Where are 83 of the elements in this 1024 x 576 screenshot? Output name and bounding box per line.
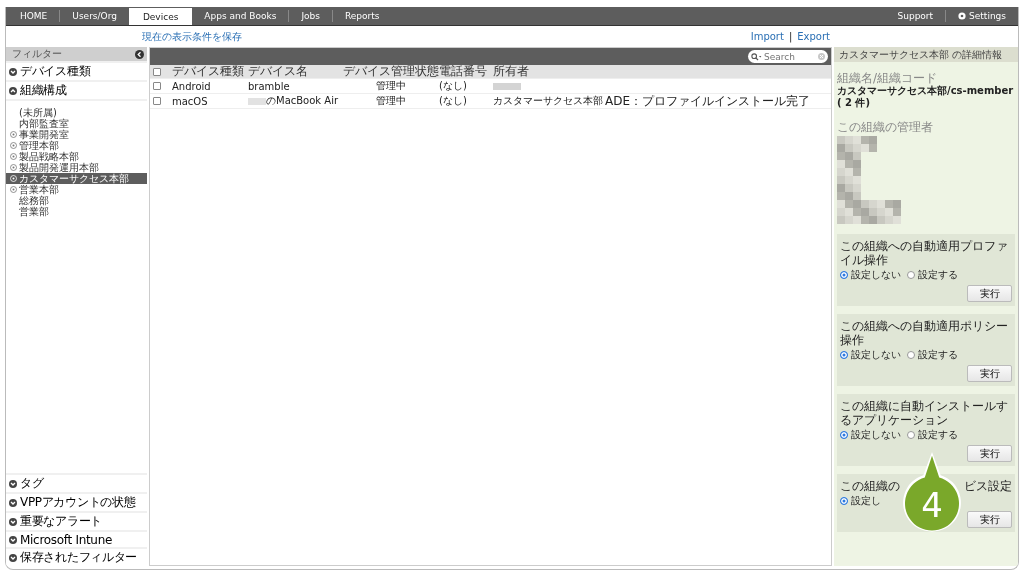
filter-section[interactable]: デバイス種類 xyxy=(6,63,147,80)
column-header[interactable]: デバイス管理状態 xyxy=(343,63,439,80)
radio-button[interactable] xyxy=(840,497,848,505)
radio-option[interactable]: 設定しない xyxy=(840,428,901,442)
table-cell-text: 管理中 xyxy=(375,79,407,93)
table-cell: ADE：プロファイルインストール完了 xyxy=(605,92,811,110)
filter-section[interactable]: Microsoft Intune xyxy=(6,532,147,547)
step-number: 4 xyxy=(920,488,944,522)
table-row[interactable]: Android bramble 管理中 (なし) xyxy=(150,79,831,94)
filter-section[interactable]: VPPアカウントの状態 xyxy=(6,494,147,511)
tree-item[interactable]: 管理本部 xyxy=(6,140,147,151)
table-cell-text: macOS xyxy=(172,95,209,107)
column-header[interactable]: 電話番号 xyxy=(439,63,493,80)
radio-option[interactable]: 設定し xyxy=(840,494,881,508)
table-row[interactable]: macOS のMacBook Air 管理中 (なし) カスタマーサクセス本部 ADE：プロファイルインストール完了 xyxy=(150,94,831,109)
radio-button[interactable] xyxy=(907,431,915,439)
save-view-link[interactable]: 現在の表示条件を保存 xyxy=(142,29,242,44)
run-button[interactable]: 実行 xyxy=(967,511,1012,528)
settings-icon xyxy=(958,12,967,20)
card-title: この組織への自動適用プロファイル操作 xyxy=(840,239,1009,267)
tree-item[interactable]: 営業部 xyxy=(6,206,147,217)
tree-item[interactable]: 製品開発運用本部 xyxy=(6,162,147,173)
table-cell-text: Android xyxy=(172,80,212,92)
radio-option[interactable]: 設定する xyxy=(907,428,958,442)
filter-section[interactable]: 保存されたフィルター xyxy=(6,549,147,566)
nav-tab[interactable]: Apps and Books xyxy=(192,7,289,25)
select-all-checkbox[interactable] xyxy=(153,67,161,76)
search-field[interactable]: Search xyxy=(748,50,828,63)
radio-button[interactable] xyxy=(840,271,848,279)
nav-tab[interactable]: HOME xyxy=(8,7,60,25)
radio-button[interactable] xyxy=(840,351,848,359)
tree-item[interactable]: カスタマーサクセス本部 xyxy=(6,173,147,184)
tree-item[interactable]: 製品戦略本部 xyxy=(6,151,147,162)
table-cell-text: (なし) xyxy=(439,94,468,108)
table-cell: カスタマーサクセス本部 xyxy=(493,94,603,108)
nav-tab[interactable]: Devices xyxy=(128,8,193,25)
search-icon xyxy=(751,52,762,61)
column-header[interactable]: デバイス種類 xyxy=(172,63,248,80)
row-checkbox[interactable] xyxy=(153,97,161,105)
card-title: ビス設定 xyxy=(964,479,1012,493)
tree-item[interactable]: 事業開発室 xyxy=(6,129,147,140)
run-button[interactable]: 実行 xyxy=(967,285,1012,302)
radio-option[interactable]: 設定しない xyxy=(840,268,901,282)
tree-item[interactable]: 総務部 xyxy=(6,195,147,206)
count-text: ( 2 件) xyxy=(837,97,872,109)
card-title: この組織に自動インストールするアプリケーション xyxy=(840,399,1009,427)
field-label: この組織の管理者 xyxy=(837,121,934,134)
tree-item[interactable]: 内部監査室 xyxy=(6,118,147,129)
tree-item[interactable]: 営業本部 xyxy=(6,184,147,195)
radio-option[interactable]: 設定しない xyxy=(840,348,901,362)
filter-section[interactable]: タグ xyxy=(6,475,147,492)
card-title: この組織の xyxy=(840,479,900,493)
support-link[interactable]: Support xyxy=(885,7,946,25)
radio-button[interactable] xyxy=(907,271,915,279)
table-cell: bramble xyxy=(248,80,290,92)
field-value: カスタマーサクセス本部/cs-member xyxy=(837,85,1015,97)
detail-title: カスタマーサクセス本部 の詳細情報 xyxy=(839,47,1003,62)
table-cell-text: 管理中 xyxy=(375,94,407,108)
import-link[interactable]: Import xyxy=(750,31,784,42)
column-header[interactable]: デバイス名 xyxy=(248,63,343,80)
radio-option[interactable]: 設定する xyxy=(907,268,958,282)
nav-tab[interactable]: Reports xyxy=(332,7,392,25)
nav-tab[interactable]: Jobs xyxy=(289,7,332,25)
settings-link[interactable]: Settings xyxy=(946,7,1018,25)
card-title: この組織への自動適用ポリシー操作 xyxy=(840,319,1009,347)
filter-title: フィルター xyxy=(12,47,62,61)
tree-item[interactable]: (未所属) xyxy=(6,107,147,118)
run-button[interactable]: 実行 xyxy=(967,445,1012,462)
field-label: 組織名/組織コード xyxy=(837,72,939,85)
radio-button[interactable] xyxy=(907,351,915,359)
filter-section[interactable]: 組織構成 xyxy=(6,82,147,99)
export-link[interactable]: Export xyxy=(797,31,830,42)
run-button[interactable]: 実行 xyxy=(967,365,1012,382)
nav-tab[interactable]: Users/Org xyxy=(60,7,129,25)
row-checkbox[interactable] xyxy=(153,82,161,90)
column-header[interactable]: 所有者 xyxy=(493,63,605,80)
filter-section[interactable]: 重要なアラート xyxy=(6,513,147,530)
table-cell-text: (なし) xyxy=(439,79,468,93)
collapse-icon[interactable] xyxy=(135,49,144,59)
radio-option[interactable]: 設定する xyxy=(907,348,958,362)
table-cell: のMacBook Air xyxy=(266,94,339,108)
link-separator: | xyxy=(788,31,793,42)
radio-button[interactable] xyxy=(840,431,848,439)
